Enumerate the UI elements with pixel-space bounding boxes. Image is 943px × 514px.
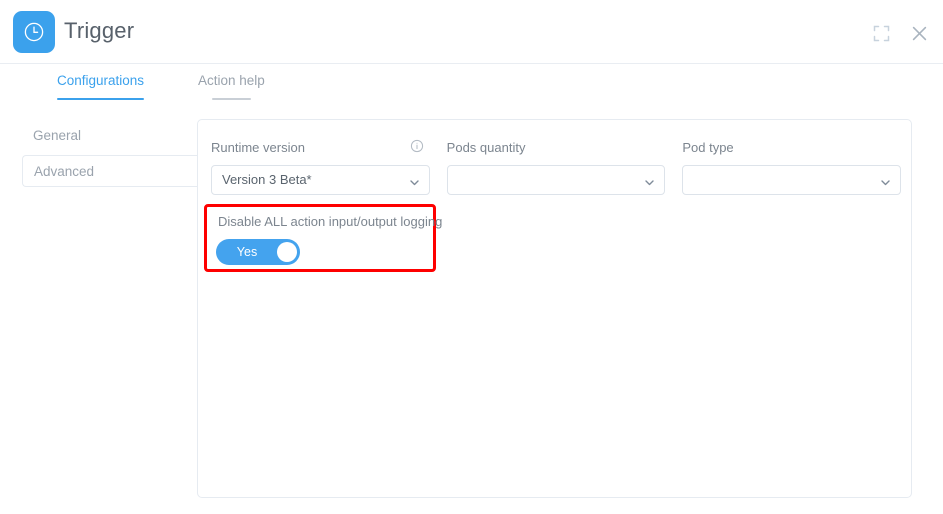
- tab-configurations[interactable]: Configurations: [57, 73, 144, 100]
- configuration-panel: Runtime version Version 3 Beta*: [197, 119, 912, 498]
- field-pod-type: Pod type: [682, 138, 901, 195]
- close-icon[interactable]: [908, 22, 930, 44]
- field-pod-type-label-row: Pod type: [682, 138, 901, 156]
- tab-configurations-label: Configurations: [57, 73, 144, 88]
- expand-fullscreen-icon[interactable]: [870, 22, 892, 44]
- sidebar-item-general[interactable]: General: [22, 120, 197, 152]
- highlight-annotation-box: Disable ALL action input/output logging …: [204, 204, 436, 272]
- field-pods-quantity: Pods quantity: [447, 138, 666, 195]
- tab-action-help-underline: [212, 98, 251, 100]
- sidebar-item-general-label: General: [33, 128, 81, 143]
- field-runtime-version: Runtime version Version 3 Beta*: [211, 138, 430, 195]
- runtime-version-select-value: Version 3 Beta*: [222, 166, 312, 194]
- toggle-knob: [277, 242, 297, 262]
- field-pods-quantity-label: Pods quantity: [447, 140, 526, 155]
- chevron-down-icon: [409, 175, 420, 186]
- pod-type-select[interactable]: [682, 165, 901, 195]
- tab-configurations-underline: [57, 98, 144, 100]
- field-pod-type-label: Pod type: [682, 140, 733, 155]
- info-circle-icon[interactable]: [410, 139, 424, 153]
- disable-logging-toggle[interactable]: Yes: [216, 239, 300, 265]
- field-runtime-version-label-row: Runtime version: [211, 138, 430, 156]
- tab-action-help[interactable]: Action help: [198, 73, 265, 100]
- pods-quantity-select[interactable]: [447, 165, 666, 195]
- form-fields-row: Runtime version Version 3 Beta*: [211, 138, 901, 195]
- settings-sidebar: General Advanced: [0, 120, 197, 187]
- disable-logging-label: Disable ALL action input/output logging: [218, 214, 442, 229]
- tab-action-help-label: Action help: [198, 73, 265, 88]
- field-runtime-version-label: Runtime version: [211, 140, 305, 155]
- page-title: Trigger: [64, 18, 134, 44]
- chevron-down-icon: [644, 175, 655, 186]
- sidebar-item-advanced-label: Advanced: [34, 164, 94, 179]
- disable-logging-toggle-value: Yes: [216, 239, 278, 265]
- window-header: Trigger: [0, 0, 943, 64]
- sidebar-item-advanced[interactable]: Advanced: [22, 155, 197, 187]
- chevron-down-icon: [880, 175, 891, 186]
- tab-bar: Configurations Action help: [0, 64, 943, 108]
- runtime-version-select[interactable]: Version 3 Beta*: [211, 165, 430, 195]
- clock-icon: [13, 11, 55, 53]
- field-pods-quantity-label-row: Pods quantity: [447, 138, 666, 156]
